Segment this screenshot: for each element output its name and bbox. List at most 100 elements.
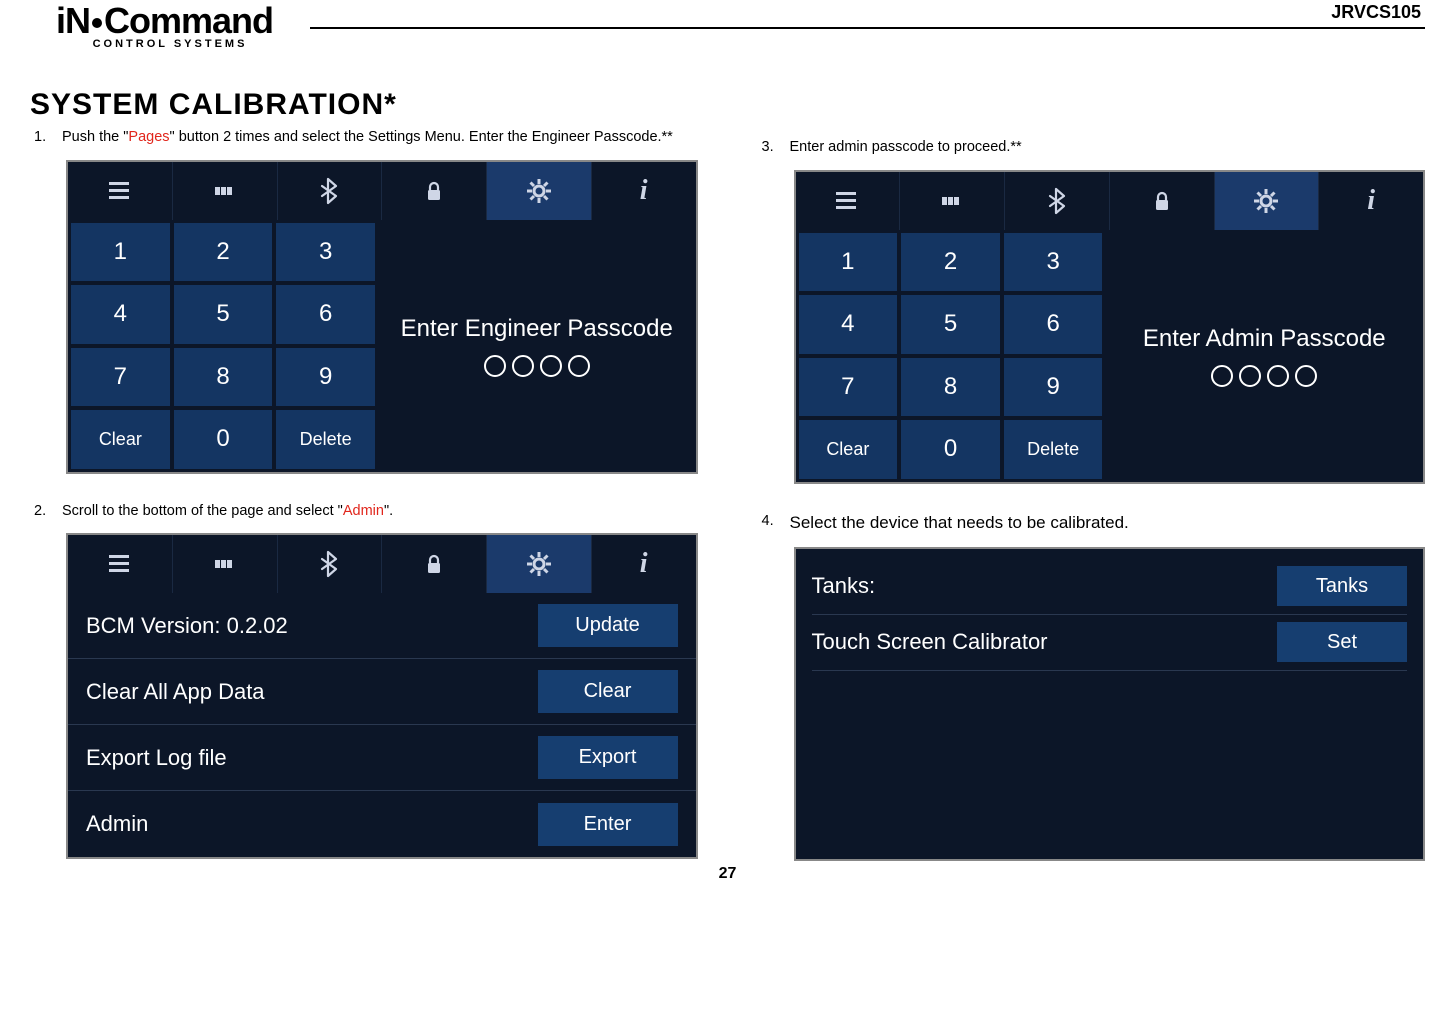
logo-dot-icon (92, 18, 102, 28)
lock-icon[interactable] (1110, 172, 1215, 230)
key-3[interactable]: 3 (1003, 232, 1104, 293)
dot-icon (1239, 365, 1261, 387)
enter-button[interactable]: Enter (538, 803, 678, 846)
logo-text-left: iN (56, 0, 90, 41)
dot-icon (1295, 365, 1317, 387)
screenshot-admin-passcode: i 1 2 3 4 5 6 7 8 9 Clear 0 Delete (794, 170, 1426, 484)
admin-word: Admin (343, 503, 384, 519)
list-item-touch-calibrator: Touch Screen Calibrator Set (812, 615, 1408, 671)
list-item-clear-app-data: Clear All App Data Clear (68, 659, 696, 725)
tanks-button[interactable]: Tanks (1277, 566, 1407, 606)
info-icon[interactable]: i (592, 162, 696, 220)
row-label: Admin (86, 811, 148, 837)
app-toolbar: i (68, 162, 696, 220)
key-1[interactable]: 1 (798, 232, 899, 293)
key-2[interactable]: 2 (173, 222, 274, 283)
key-7[interactable]: 7 (70, 347, 171, 408)
key-clear[interactable]: Clear (70, 409, 171, 470)
battery-icon[interactable] (173, 535, 278, 593)
dot-icon (512, 355, 534, 377)
update-button[interactable]: Update (538, 604, 678, 647)
row-label: BCM Version: 0.2.02 (86, 613, 288, 639)
row-label: Export Log file (86, 745, 227, 771)
lock-icon[interactable] (382, 162, 487, 220)
passcode-dots (1211, 365, 1317, 387)
battery-icon[interactable] (173, 162, 278, 220)
list-item-bcm-version: BCM Version: 0.2.02 Update (68, 593, 696, 659)
dot-icon (484, 355, 506, 377)
step-1-text: Push the "Pages" button 2 times and sele… (62, 128, 698, 148)
key-9[interactable]: 9 (1003, 357, 1104, 418)
key-6[interactable]: 6 (275, 284, 376, 345)
gear-icon[interactable] (487, 162, 592, 220)
key-4[interactable]: 4 (70, 284, 171, 345)
info-icon[interactable]: i (592, 535, 696, 593)
key-9[interactable]: 9 (275, 347, 376, 408)
step-3: 3. Enter admin passcode to proceed.** (758, 138, 1426, 158)
gear-icon[interactable] (1215, 172, 1320, 230)
key-0[interactable]: 0 (900, 419, 1001, 480)
key-5[interactable]: 5 (173, 284, 274, 345)
key-2[interactable]: 2 (900, 232, 1001, 293)
header-rule (310, 27, 1425, 29)
doc-header: iNCommand™ CONTROL SYSTEMS JRVCS105 (30, 0, 1425, 50)
bluetooth-icon[interactable] (278, 535, 383, 593)
key-0[interactable]: 0 (173, 409, 274, 470)
step-2-text: Scroll to the bottom of the page and sel… (62, 502, 698, 522)
step-4-num: 4. (758, 512, 790, 535)
settings-list[interactable]: BCM Version: 0.2.02 Update Clear All App… (68, 593, 696, 857)
battery-icon[interactable] (900, 172, 1005, 230)
info-icon[interactable]: i (1319, 172, 1423, 230)
menu-icon[interactable] (68, 162, 173, 220)
page-number: 27 (30, 865, 1425, 883)
key-1[interactable]: 1 (70, 222, 171, 283)
key-delete[interactable]: Delete (1003, 419, 1104, 480)
model-number: JRVCS105 (1331, 2, 1425, 23)
passcode-prompt: Enter Engineer Passcode (378, 220, 696, 472)
dot-icon (1211, 365, 1233, 387)
keypad: 1 2 3 4 5 6 7 8 9 Clear 0 Delete (796, 230, 1106, 482)
keypad: 1 2 3 4 5 6 7 8 9 Clear 0 Delete (68, 220, 378, 472)
key-clear[interactable]: Clear (798, 419, 899, 480)
key-6[interactable]: 6 (1003, 294, 1104, 355)
list-item-export-log: Export Log file Export (68, 725, 696, 791)
dot-icon (1267, 365, 1289, 387)
bluetooth-icon[interactable] (278, 162, 383, 220)
step-4-text: Select the device that needs to be calib… (790, 512, 1426, 535)
step-2-num: 2. (30, 502, 62, 522)
list-item-admin: Admin Enter (68, 791, 696, 857)
step-3-text: Enter admin passcode to proceed.** (790, 138, 1426, 158)
prompt-text: Enter Engineer Passcode (401, 315, 673, 343)
step-1: 1. Push the "Pages" button 2 times and s… (30, 128, 698, 148)
page-title: SYSTEM CALIBRATION* (30, 88, 1425, 122)
bluetooth-icon[interactable] (1005, 172, 1110, 230)
key-7[interactable]: 7 (798, 357, 899, 418)
gear-icon[interactable] (487, 535, 592, 593)
key-5[interactable]: 5 (900, 294, 1001, 355)
logo: iNCommand™ CONTROL SYSTEMS (30, 0, 310, 50)
row-label: Clear All App Data (86, 679, 265, 705)
step-3-num: 3. (758, 138, 790, 158)
list-item-tanks: Tanks: Tanks (812, 559, 1408, 615)
pages-word: Pages (128, 129, 169, 145)
menu-icon[interactable] (68, 535, 173, 593)
step-4: 4. Select the device that needs to be ca… (758, 512, 1426, 535)
key-4[interactable]: 4 (798, 294, 899, 355)
screenshot-engineer-passcode: i 1 2 3 4 5 6 7 8 9 Clear 0 Delete (66, 160, 698, 474)
clear-button[interactable]: Clear (538, 670, 678, 713)
export-button[interactable]: Export (538, 736, 678, 779)
row-label: Tanks: (812, 573, 876, 599)
key-delete[interactable]: Delete (275, 409, 376, 470)
screenshot-calibrate-list: Tanks: Tanks Touch Screen Calibrator Set (794, 547, 1426, 861)
lock-icon[interactable] (382, 535, 487, 593)
step-1-num: 1. (30, 128, 62, 148)
passcode-prompt: Enter Admin Passcode (1106, 230, 1424, 482)
dot-icon (568, 355, 590, 377)
key-8[interactable]: 8 (173, 347, 274, 408)
menu-icon[interactable] (796, 172, 901, 230)
passcode-dots (484, 355, 590, 377)
key-3[interactable]: 3 (275, 222, 376, 283)
app-toolbar: i (68, 535, 696, 593)
set-button[interactable]: Set (1277, 622, 1407, 662)
key-8[interactable]: 8 (900, 357, 1001, 418)
